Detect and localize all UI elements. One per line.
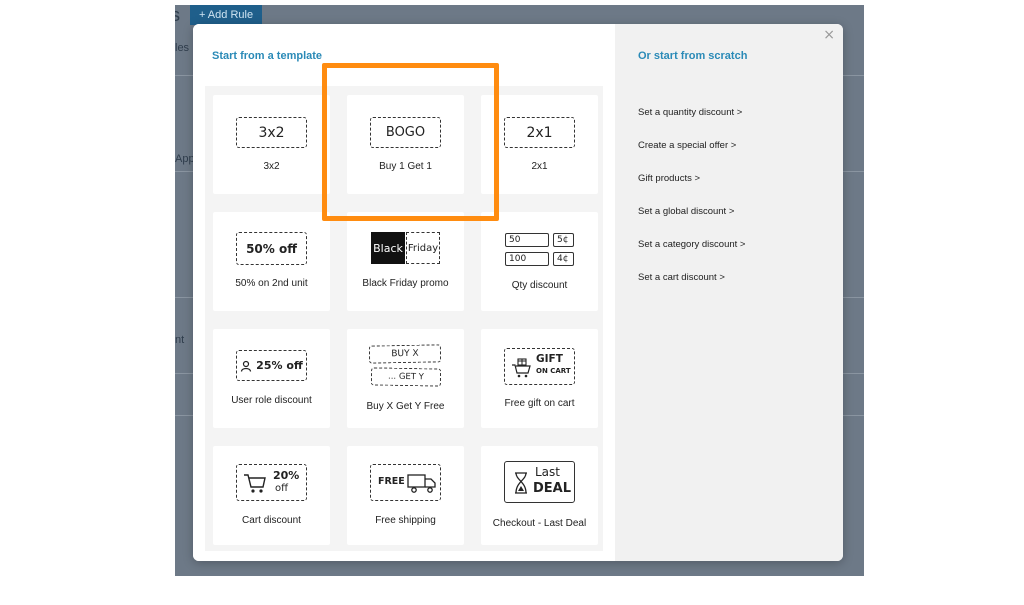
close-icon[interactable]: × (823, 27, 835, 43)
hourglass-icon (515, 472, 527, 494)
background-text: nt (175, 334, 185, 346)
template-label: Buy 1 Get 1 (379, 161, 432, 172)
template-card-black-friday[interactable]: Black Friday Black Friday promo (347, 212, 464, 311)
template-badge: 25% off (236, 350, 307, 381)
template-badge: BOGO (370, 117, 441, 148)
template-label: Qty discount (511, 280, 568, 291)
template-card-free-shipping[interactable]: FREE Free shipping (347, 446, 464, 545)
template-card-3x2[interactable]: 3x2 3x2 (213, 95, 330, 194)
template-card-2x1[interactable]: 2x1 2x1 (481, 95, 598, 194)
background-heading: s (175, 5, 180, 25)
template-badge-text: FREE (378, 476, 405, 487)
template-badge: FREE (370, 464, 441, 501)
template-label: Checkout - Last Deal (492, 518, 587, 529)
template-card-buy-x-get-y[interactable]: BUY X ... GET Y Buy X Get Y Free (347, 329, 464, 428)
template-badge-top: BUY X (368, 344, 442, 364)
qty-cell: 5¢ (553, 233, 574, 247)
scratch-link-quantity-discount[interactable]: Set a quantity discount > (638, 107, 742, 118)
qty-cell: 4¢ (553, 252, 574, 266)
template-card-free-gift[interactable]: GIFT ON CART Free gift on cart (481, 329, 598, 428)
template-card-user-role[interactable]: 25% off User role discount (213, 329, 330, 428)
template-badge: 50% off (236, 232, 307, 265)
template-card-qty-discount[interactable]: 50 5¢ 100 4¢ Qty discount (481, 212, 598, 311)
template-badge-bottom: ... GET Y (370, 367, 442, 387)
template-card-bogo[interactable]: BOGO Buy 1 Get 1 (347, 95, 464, 194)
template-card-50-off[interactable]: 50% off 50% on 2nd unit (213, 212, 330, 311)
scratch-link-cart-discount[interactable]: Set a cart discount > (638, 272, 725, 283)
template-card-last-deal[interactable]: Last DEAL Checkout - Last Deal (481, 446, 598, 545)
scratch-panel: Or start from scratch Set a quantity dis… (615, 24, 843, 561)
template-badge: 20% off (236, 464, 307, 501)
template-section-title: Start from a template (212, 50, 323, 62)
template-badge-bottom: ON CART (536, 367, 571, 375)
template-label: 50% on 2nd unit (235, 278, 308, 289)
template-modal: Start from a template 3x2 3x2 BOGO Buy 1… (193, 24, 843, 561)
template-label: User role discount (231, 395, 312, 406)
template-label: 2x1 (531, 161, 548, 172)
scratch-link-gift-products[interactable]: Gift products > (638, 173, 700, 184)
qty-cell: 100 (505, 252, 549, 266)
template-panel: Start from a template 3x2 3x2 BOGO Buy 1… (193, 24, 615, 561)
template-badge-top: GIFT (536, 353, 563, 365)
template-badge-top: 20% (273, 469, 300, 482)
template-label: Free gift on cart (504, 398, 575, 409)
template-label: Cart discount (242, 515, 301, 526)
template-card-cart-discount[interactable]: 20% off Cart discount (213, 446, 330, 545)
template-badge-text: 25% off (256, 359, 303, 372)
template-badge-top: Last (535, 465, 560, 479)
template-label: 3x2 (263, 161, 280, 172)
scratch-link-category-discount[interactable]: Set a category discount > (638, 239, 745, 250)
template-badge: GIFT ON CART (504, 348, 575, 385)
truck-icon (407, 474, 436, 493)
qty-cell: 50 (505, 233, 549, 247)
scratch-link-global-discount[interactable]: Set a global discount > (638, 206, 734, 217)
template-label: Free shipping (375, 515, 436, 526)
screen: s + Add Rule les Appl nt Start from a te… (0, 0, 1024, 605)
add-rule-button[interactable]: + Add Rule (190, 5, 262, 25)
user-icon (241, 360, 252, 372)
black-friday-badge-left: Black (371, 232, 405, 264)
gift-cart-icon (512, 358, 531, 378)
scratch-section-title: Or start from scratch (638, 50, 748, 62)
template-label: Buy X Get Y Free (366, 401, 445, 412)
black-friday-badge-right: Friday (406, 232, 440, 264)
background-text: les (175, 42, 190, 54)
template-badge-bottom: DEAL (533, 481, 572, 496)
scratch-link-special-offer[interactable]: Create a special offer > (638, 140, 736, 151)
template-badge: Last DEAL (504, 461, 575, 503)
cart-icon (244, 474, 266, 493)
template-badge-bottom: off (275, 483, 289, 494)
template-badge: 2x1 (504, 117, 575, 148)
template-label: Black Friday promo (362, 278, 449, 289)
template-badge: 3x2 (236, 117, 307, 148)
